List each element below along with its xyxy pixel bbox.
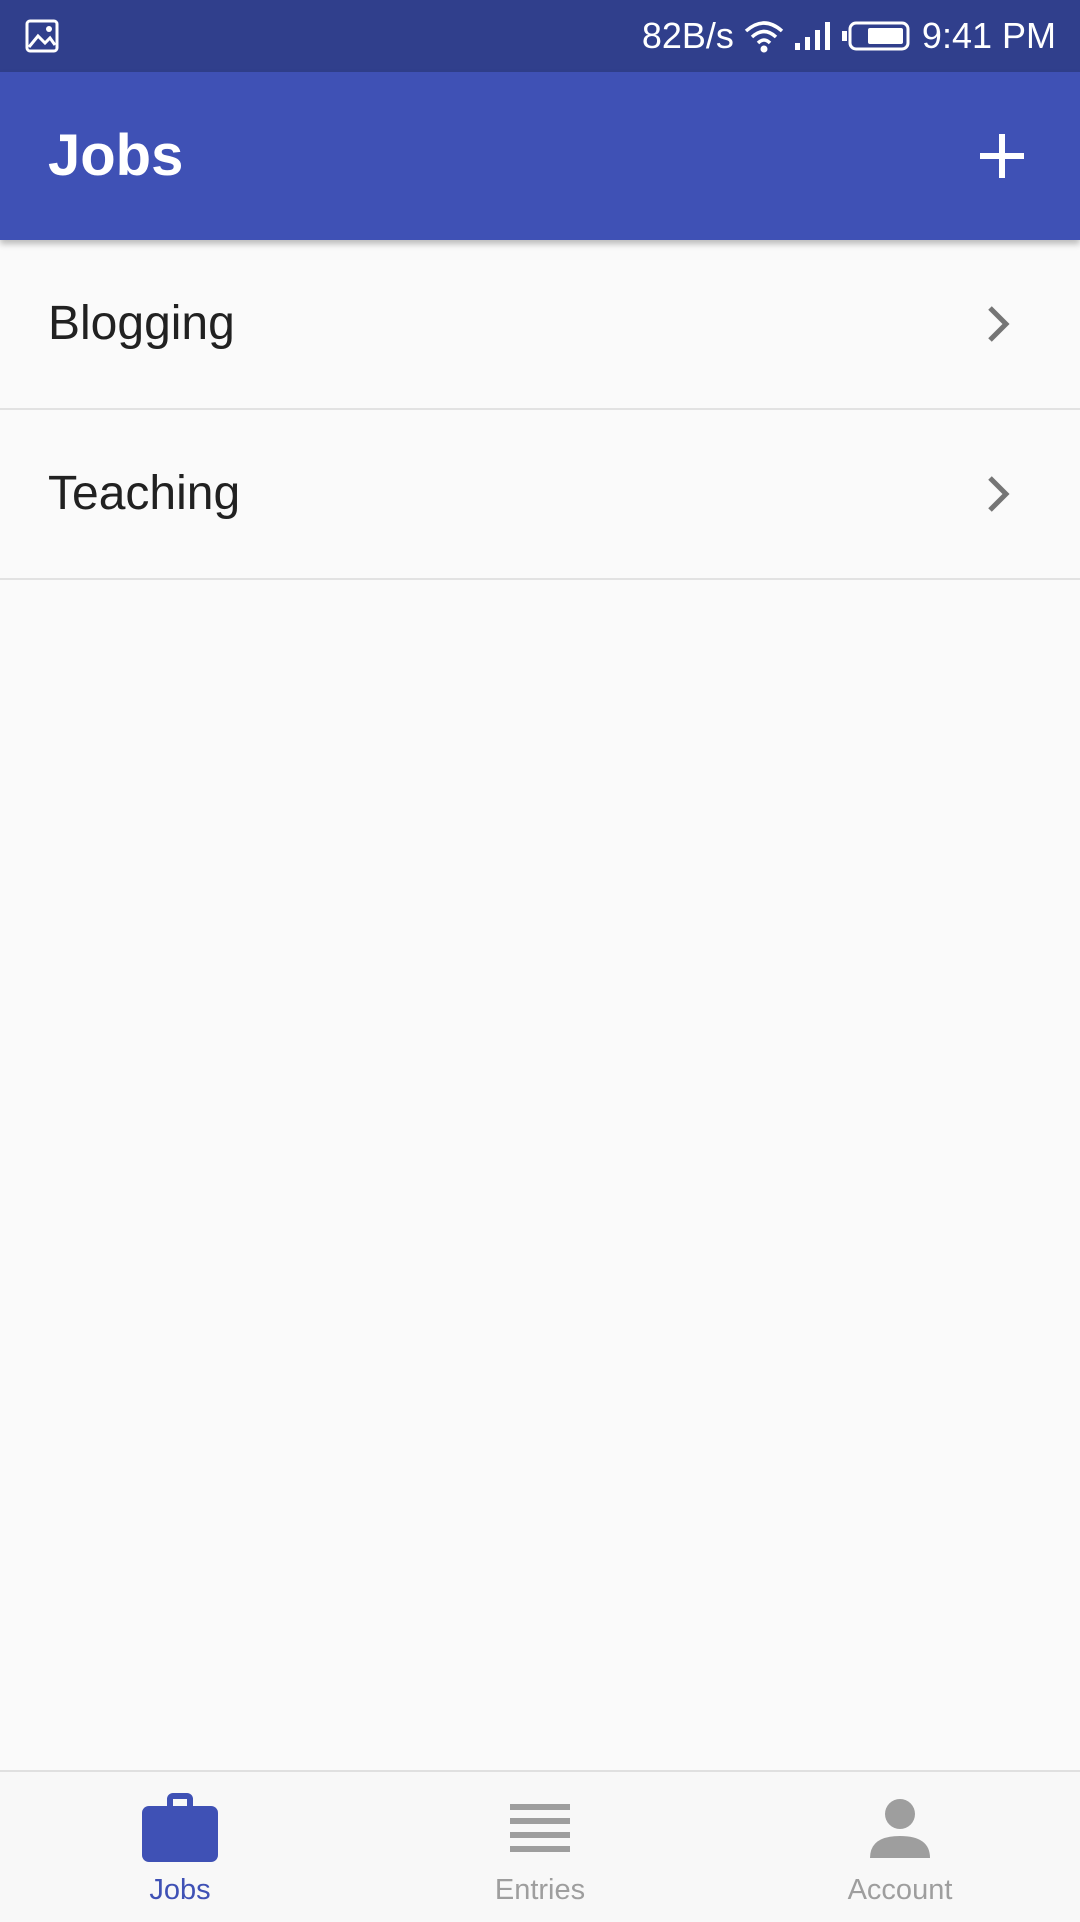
list-icon (510, 1804, 570, 1852)
add-job-button[interactable] (960, 114, 1044, 198)
page-title: Jobs (48, 123, 184, 188)
plus-icon (980, 134, 1024, 178)
nav-item-entries[interactable]: Entries (360, 1772, 720, 1922)
status-right: 82B/s 9:41 PM (642, 0, 1056, 72)
wifi-icon (744, 21, 784, 53)
person-icon (870, 1799, 930, 1858)
app-bar: Jobs (0, 72, 1080, 240)
nav-label-jobs: Jobs (149, 1874, 211, 1906)
network-speed: 82B/s (641, 15, 734, 56)
signal-icon (794, 22, 830, 50)
job-list: Blogging Teaching (0, 240, 1080, 580)
gallery-icon (25, 19, 59, 53)
chevron-right-icon (988, 306, 1010, 342)
clock: 9:41 PM (921, 15, 1056, 56)
chevron-right-icon (988, 476, 1010, 512)
list-item[interactable]: Blogging (0, 240, 1080, 410)
status-bar: 82B/s 9:41 PM (0, 0, 1080, 72)
briefcase-icon (142, 1793, 218, 1862)
nav-label-entries: Entries (494, 1874, 586, 1906)
list-item[interactable]: Teaching (0, 410, 1080, 580)
nav-item-jobs[interactable]: Jobs (0, 1772, 360, 1922)
bottom-navigation: Jobs Entries Account (0, 1770, 1080, 1922)
nav-label-account: Account (847, 1874, 953, 1906)
job-label: Teaching (48, 467, 241, 520)
job-label: Blogging (48, 297, 235, 350)
battery-icon (841, 21, 910, 51)
nav-item-account[interactable]: Account (720, 1772, 1080, 1922)
